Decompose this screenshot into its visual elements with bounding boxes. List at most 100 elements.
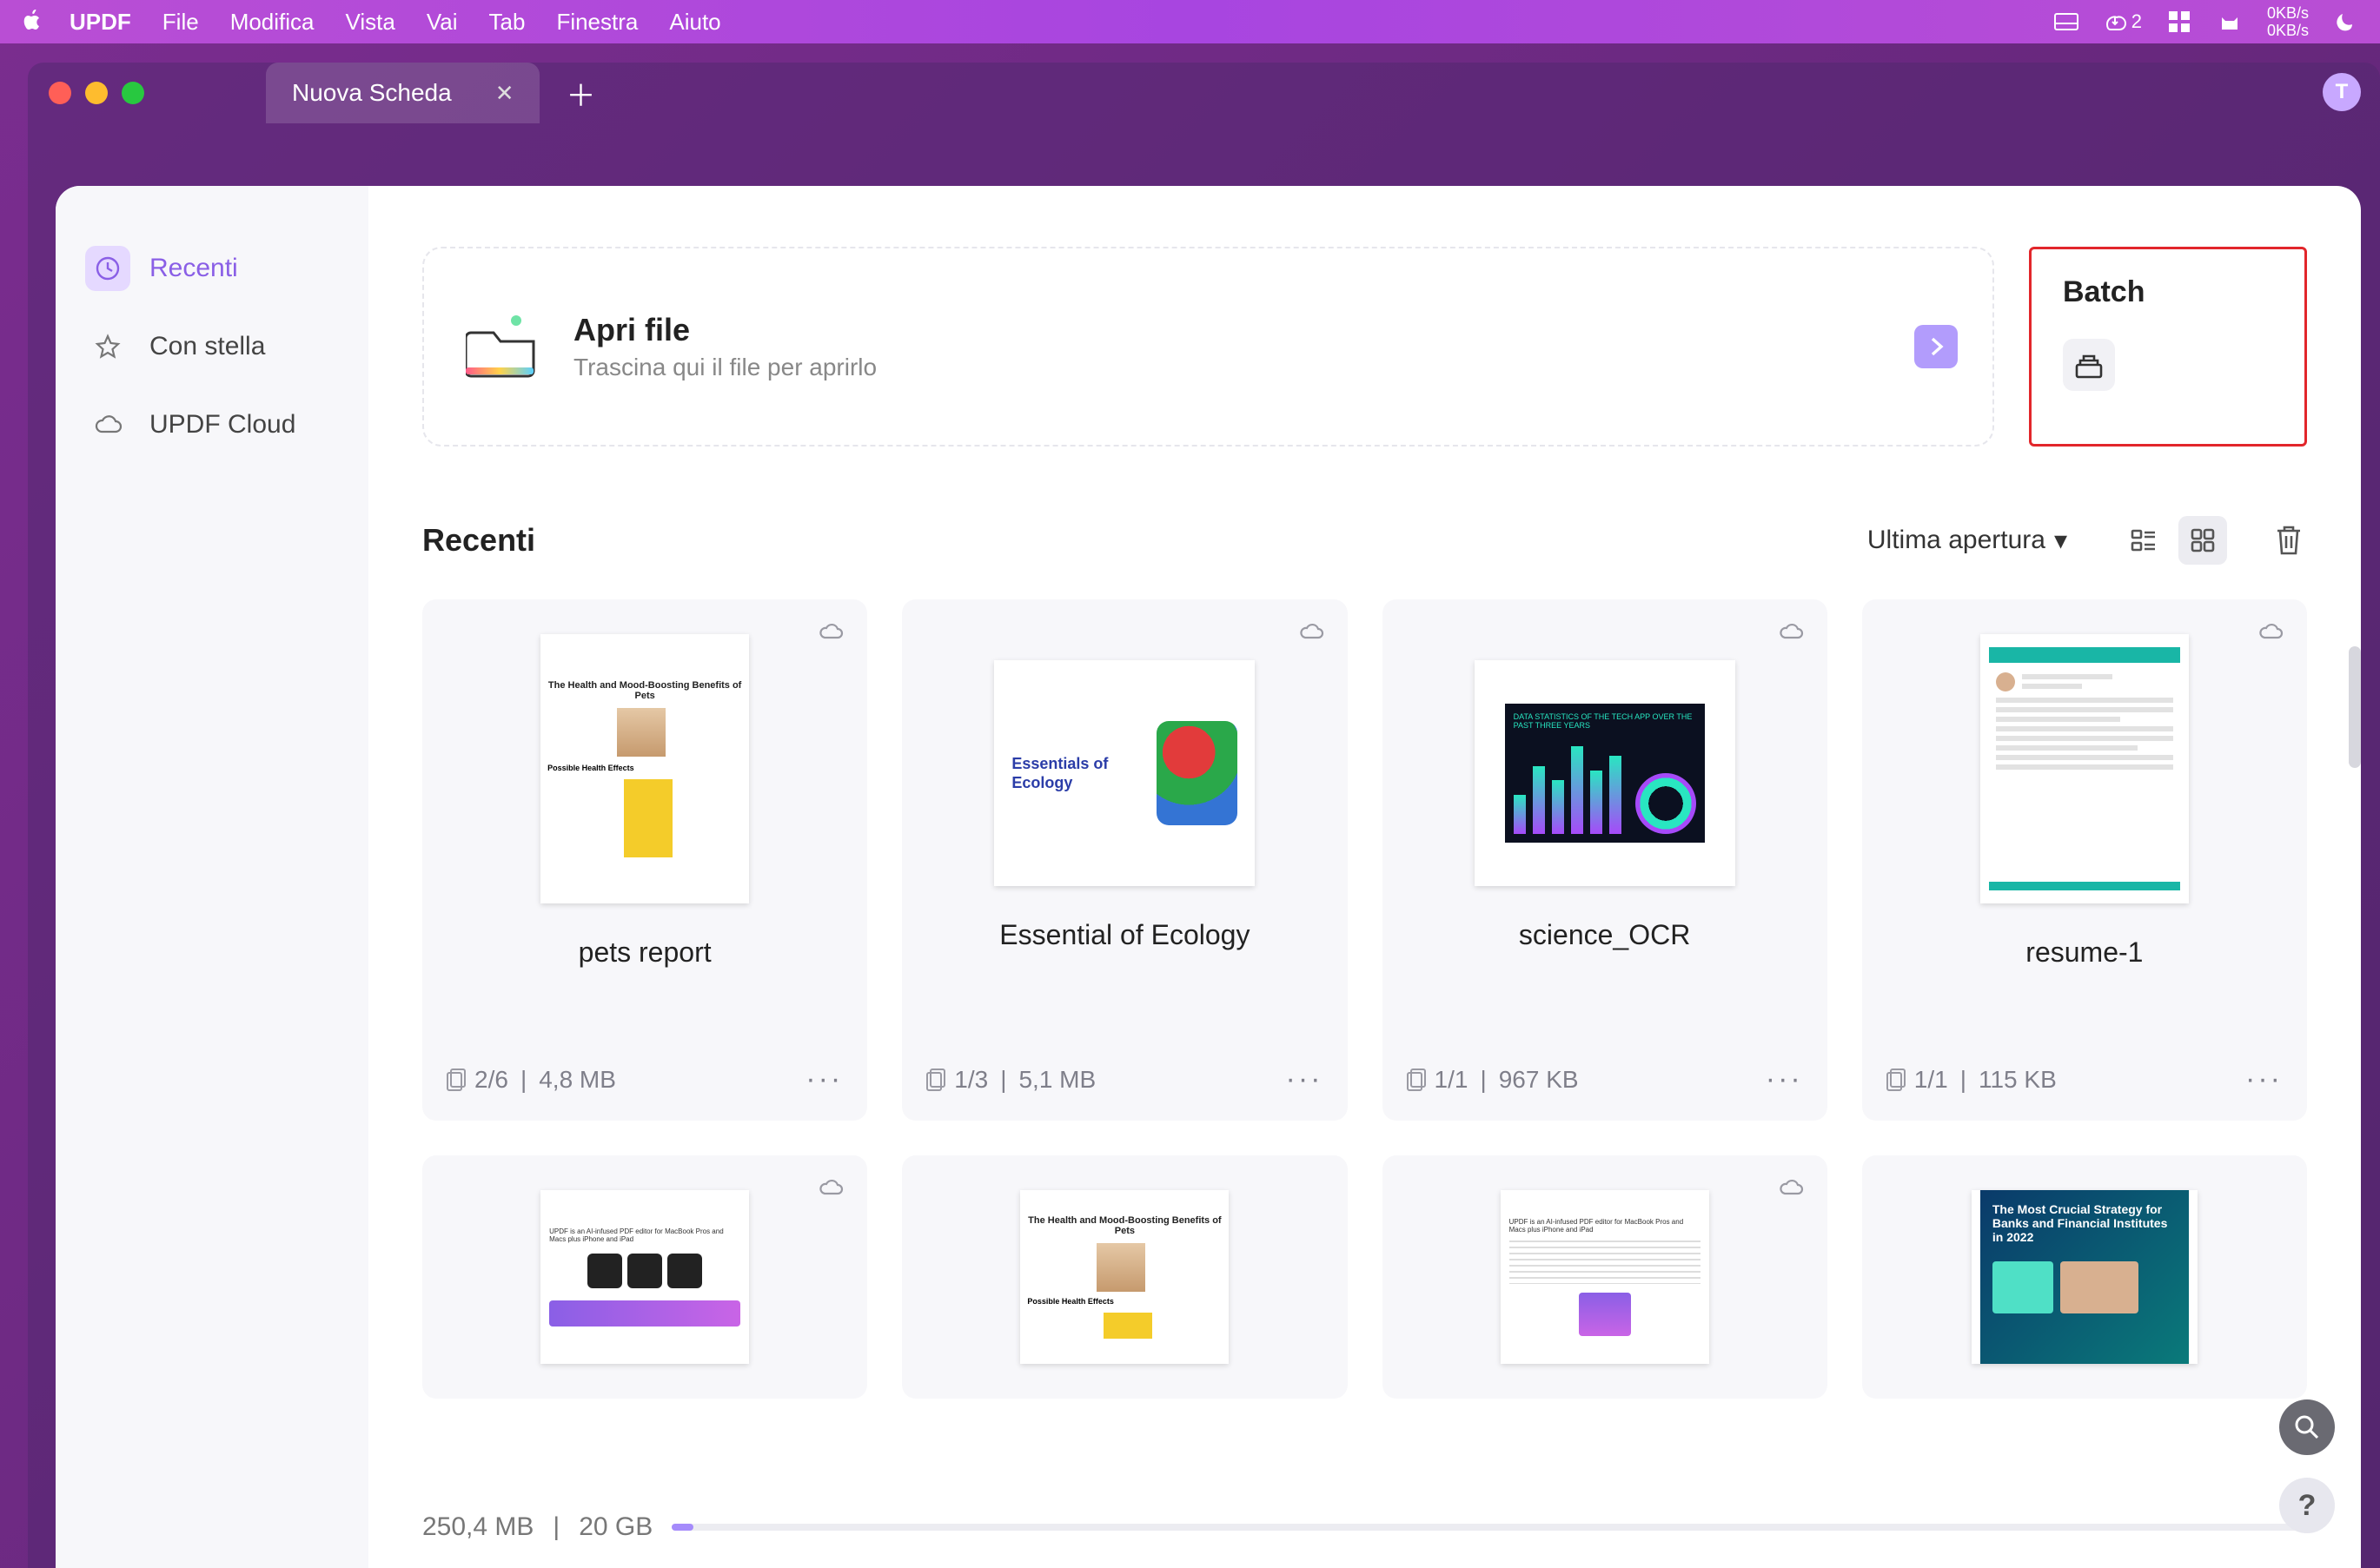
page-count: 1/1 bbox=[1914, 1066, 1948, 1094]
macos-menubar: UPDF File Modifica Vista Vai Tab Finestr… bbox=[0, 0, 2380, 43]
file-size: 4,8 MB bbox=[539, 1066, 616, 1094]
menu-window[interactable]: Finestra bbox=[556, 9, 638, 36]
open-file-subtitle: Trascina qui il file per aprirlo bbox=[573, 354, 877, 381]
file-card[interactable]: DATA STATISTICS OF THE TECH APP OVER THE… bbox=[1382, 599, 1827, 1121]
file-more-button[interactable]: ··· bbox=[1286, 1062, 1323, 1096]
tab-new[interactable]: Nuova Scheda ✕ bbox=[266, 63, 540, 123]
file-name: Essential of Ecology bbox=[902, 919, 1347, 951]
file-thumbnail: The Most Crucial Strategy for Banks and … bbox=[1972, 1190, 2198, 1364]
batch-title: Batch bbox=[2063, 275, 2273, 309]
cloud-icon bbox=[85, 402, 130, 447]
open-file-card[interactable]: Apri file Trascina qui il file per aprir… bbox=[422, 247, 1994, 447]
file-thumbnail: The Health and Mood-Boosting Benefits of… bbox=[1020, 1190, 1229, 1364]
menu-tab[interactable]: Tab bbox=[489, 9, 526, 36]
sidebar-item-label: Con stella bbox=[149, 332, 265, 361]
user-avatar[interactable]: T bbox=[2323, 73, 2361, 111]
network-speed: 0KB/s 0KB/s bbox=[2267, 4, 2309, 39]
file-more-button[interactable]: ··· bbox=[805, 1062, 843, 1096]
menubar-grid-icon[interactable] bbox=[2166, 9, 2192, 35]
file-size: 115 KB bbox=[1979, 1066, 2057, 1094]
tab-close-icon[interactable]: ✕ bbox=[495, 80, 514, 107]
file-thumbnail bbox=[1980, 634, 2189, 903]
cloud-status-icon bbox=[817, 1176, 845, 1197]
menubar-tray-icon[interactable] bbox=[2053, 9, 2079, 35]
file-thumbnail: Essentials of Ecology bbox=[994, 660, 1255, 886]
file-thumbnail: UPDF is an AI-infused PDF editor for Mac… bbox=[1501, 1190, 1709, 1364]
page-count: 1/3 bbox=[954, 1066, 988, 1094]
recent-title: Recenti bbox=[422, 522, 535, 559]
menu-view[interactable]: Vista bbox=[346, 9, 395, 36]
view-toggle bbox=[2119, 516, 2227, 565]
storage-progress bbox=[672, 1524, 2307, 1531]
close-window-button[interactable] bbox=[49, 82, 71, 104]
chevron-down-icon: ▾ bbox=[2054, 526, 2067, 556]
sidebar: Recenti Con stella UPDF Cloud bbox=[56, 186, 368, 1568]
storage-used: 250,4 MB bbox=[422, 1512, 534, 1542]
help-float-button[interactable]: ? bbox=[2279, 1478, 2335, 1533]
open-file-title: Apri file bbox=[573, 312, 877, 348]
batch-card[interactable]: Batch bbox=[2029, 247, 2307, 447]
file-name: science_OCR bbox=[1382, 919, 1827, 951]
page-count: 2/6 bbox=[474, 1066, 508, 1094]
titlebar: Nuova Scheda ✕ ＋ T bbox=[28, 63, 2380, 123]
menubar-download-icon[interactable]: 2 bbox=[2104, 9, 2142, 35]
app-window: Nuova Scheda ✕ ＋ T Recenti Con stella UP… bbox=[28, 63, 2380, 1568]
open-file-arrow-button[interactable] bbox=[1914, 325, 1958, 368]
cloud-status-icon bbox=[2257, 620, 2284, 641]
maximize-window-button[interactable] bbox=[122, 82, 144, 104]
new-tab-button[interactable]: ＋ bbox=[566, 72, 595, 115]
file-size: 967 KB bbox=[1499, 1066, 1579, 1094]
file-name: pets report bbox=[422, 936, 867, 969]
clock-icon bbox=[85, 246, 130, 291]
file-card[interactable]: Essentials of Ecology Essential of Ecolo… bbox=[902, 599, 1347, 1121]
file-card[interactable]: UPDF is an AI-infused PDF editor for Mac… bbox=[1382, 1155, 1827, 1399]
file-thumbnail: The Health and Mood-Boosting Benefits of… bbox=[540, 634, 749, 903]
file-size: 5,1 MB bbox=[1018, 1066, 1096, 1094]
sidebar-item-label: UPDF Cloud bbox=[149, 410, 295, 440]
page-count: 1/1 bbox=[1435, 1066, 1468, 1094]
batch-stack-icon bbox=[2063, 339, 2115, 391]
menu-go[interactable]: Vai bbox=[427, 9, 458, 36]
menu-file[interactable]: File bbox=[162, 9, 199, 36]
file-name: resume-1 bbox=[1862, 936, 2307, 969]
file-thumbnail: DATA STATISTICS OF THE TECH APP OVER THE… bbox=[1475, 660, 1735, 886]
file-more-button[interactable]: ··· bbox=[2245, 1062, 2283, 1096]
file-card[interactable]: resume-1 1/1 | 115 KB ··· bbox=[1862, 599, 2307, 1121]
trash-button[interactable] bbox=[2271, 524, 2307, 557]
tab-title: Nuova Scheda bbox=[292, 79, 452, 107]
file-card[interactable]: The Most Crucial Strategy for Banks and … bbox=[1862, 1155, 2307, 1399]
app-body: Recenti Con stella UPDF Cloud Apri file bbox=[56, 186, 2361, 1568]
cloud-status-icon bbox=[1777, 620, 1805, 641]
menu-help[interactable]: Aiuto bbox=[669, 9, 720, 36]
cloud-status-icon bbox=[1777, 1176, 1805, 1197]
file-thumbnail: UPDF is an AI-infused PDF editor for Mac… bbox=[540, 1190, 749, 1364]
sidebar-item-starred[interactable]: Con stella bbox=[56, 308, 368, 386]
traffic-lights bbox=[49, 82, 144, 104]
menubar-moon-icon[interactable] bbox=[2333, 9, 2359, 35]
folder-icon bbox=[466, 315, 539, 378]
menubar-cat-icon[interactable] bbox=[2217, 9, 2243, 35]
menu-edit[interactable]: Modifica bbox=[230, 9, 315, 36]
list-view-button[interactable] bbox=[2119, 516, 2168, 565]
file-card[interactable]: The Health and Mood-Boosting Benefits of… bbox=[422, 599, 867, 1121]
cloud-status-icon bbox=[1297, 620, 1325, 641]
sidebar-item-recent[interactable]: Recenti bbox=[56, 229, 368, 308]
scrollbar-thumb[interactable] bbox=[2349, 646, 2361, 768]
sort-dropdown[interactable]: Ultima apertura ▾ bbox=[1867, 526, 2067, 556]
apple-icon[interactable] bbox=[21, 10, 43, 34]
file-grid: The Health and Mood-Boosting Benefits of… bbox=[422, 599, 2307, 1399]
recent-header: Recenti Ultima apertura ▾ bbox=[422, 516, 2307, 565]
storage-total: 20 GB bbox=[579, 1512, 653, 1542]
file-card[interactable]: UPDF is an AI-infused PDF editor for Mac… bbox=[422, 1155, 867, 1399]
app-name[interactable]: UPDF bbox=[70, 9, 131, 36]
sidebar-item-cloud[interactable]: UPDF Cloud bbox=[56, 386, 368, 464]
file-more-button[interactable]: ··· bbox=[1766, 1062, 1803, 1096]
minimize-window-button[interactable] bbox=[85, 82, 108, 104]
file-card[interactable]: The Health and Mood-Boosting Benefits of… bbox=[902, 1155, 1347, 1399]
star-icon bbox=[85, 324, 130, 369]
sidebar-item-label: Recenti bbox=[149, 254, 238, 283]
grid-view-button[interactable] bbox=[2178, 516, 2227, 565]
cloud-status-icon bbox=[817, 620, 845, 641]
storage-bar: 250,4 MB | 20 GB bbox=[422, 1512, 2307, 1542]
search-float-button[interactable] bbox=[2279, 1399, 2335, 1455]
